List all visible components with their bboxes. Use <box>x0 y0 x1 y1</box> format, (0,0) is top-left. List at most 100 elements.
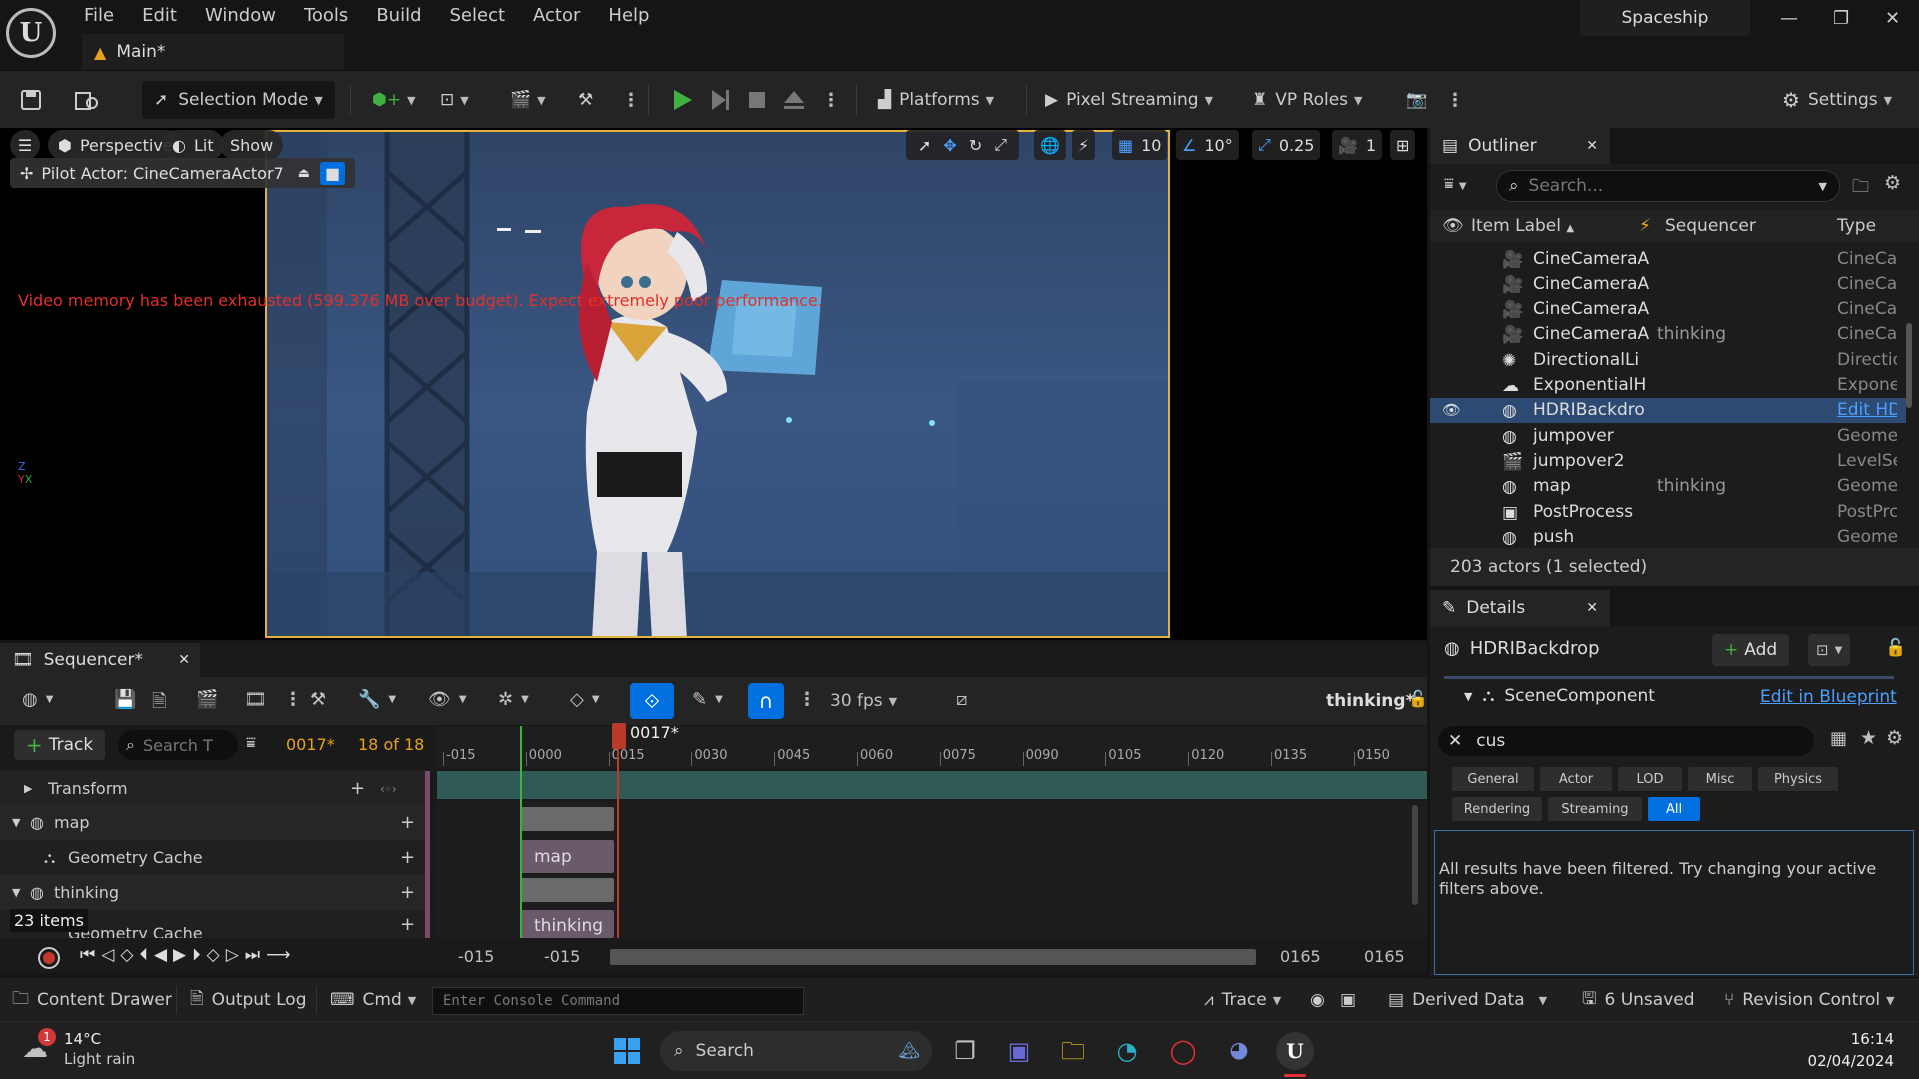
menu-build[interactable]: Build <box>362 0 435 30</box>
filter-lod[interactable]: LOD <box>1618 767 1682 791</box>
col-type[interactable]: Type <box>1837 216 1876 236</box>
curve-editor-icon[interactable]: ⧄ <box>956 689 967 710</box>
track-transform[interactable]: ▶ Transform + ‹◦› <box>0 771 430 806</box>
filter-icon[interactable]: ⩸ <box>246 733 256 753</box>
menu-window[interactable]: Window <box>191 0 290 30</box>
track-thinking[interactable]: ▼ ◍ thinking + <box>0 875 430 910</box>
close-tab-icon[interactable]: ✕ <box>178 652 190 668</box>
filter-physics[interactable]: Physics <box>1758 767 1838 791</box>
add-track-button[interactable]: + Track <box>14 730 106 760</box>
outliner-row[interactable]: ◍ map thinking Geomet <box>1430 474 1900 499</box>
level-tab[interactable]: ▲ Main* <box>82 34 344 70</box>
minimize-icon[interactable]: — <box>1780 8 1798 29</box>
snapshot-icon[interactable]: ▣ <box>1340 978 1356 1022</box>
add-icon[interactable]: + <box>400 914 415 935</box>
settings-dropdown[interactable]: ⚙ Settings ▼ <box>1782 83 1892 117</box>
derived-data-dropdown[interactable]: ▤ Derived Data ▼ <box>1388 978 1547 1022</box>
camera-speed[interactable]: 🎥 1 <box>1332 130 1383 160</box>
add-icon[interactable]: + <box>400 812 415 833</box>
viewport-menu-icon[interactable]: ☰ <box>10 130 40 160</box>
modes-button[interactable]: ⚒ <box>578 83 593 117</box>
vp-roles-dropdown[interactable]: ♜ VP Roles ▼ <box>1252 83 1363 117</box>
more-options-icon[interactable]: ⋮ <box>622 83 640 117</box>
cmd-dropdown[interactable]: ⌨ Cmd ▼ <box>330 978 416 1022</box>
more-icon[interactable]: ⋮ <box>284 689 302 710</box>
discord-icon[interactable]: ◕ <box>1220 1032 1258 1070</box>
play-reverse-icon[interactable]: ◀ <box>154 945 173 965</box>
level-viewport[interactable]: ☰ ⬢ Perspective ◐ Lit Show ✢ Pilot Actor: … <box>0 128 1427 640</box>
next-key-icon[interactable]: ◇▷ <box>207 945 245 965</box>
outliner-search-input[interactable]: ⌕ Search... ▼ <box>1496 170 1840 202</box>
outliner-row[interactable]: ✺ DirectionalLi Directio <box>1430 347 1900 372</box>
outliner-row[interactable]: 👁 ◍ HDRIBackdro Edit HD <box>1430 397 1906 423</box>
view-options-icon[interactable]: 👁 ▼ <box>428 689 467 710</box>
outliner-settings-icon[interactable]: ⚙ <box>1884 172 1901 194</box>
col-sequencer[interactable]: Sequencer <box>1665 216 1756 236</box>
clear-search-icon[interactable]: ✕ <box>1448 731 1462 751</box>
menu-edit[interactable]: Edit <box>128 0 191 30</box>
add-component-button[interactable]: + Add <box>1712 634 1790 666</box>
lock-camera-icon[interactable]: ■ <box>320 161 346 185</box>
play-options-icon[interactable]: ⋮ <box>822 83 840 117</box>
add-actor-button[interactable]: ⬢+ ▼ <box>372 83 416 117</box>
visibility-icon[interactable]: 👁 <box>1442 216 1464 236</box>
next-frame-icon[interactable]: ⏵ <box>192 945 207 965</box>
playback-options-icon[interactable]: ✲ ▼ <box>498 689 529 710</box>
visibility-icon[interactable]: 👁 <box>1442 401 1461 419</box>
edge-icon[interactable]: ◔ <box>1108 1032 1146 1070</box>
teams-icon[interactable]: ▣ <box>1000 1032 1038 1070</box>
save-icon[interactable] <box>20 83 42 117</box>
platforms-dropdown[interactable]: ▟ Platforms ▼ <box>878 83 994 117</box>
lock-icon[interactable]: 🔓 <box>1408 689 1428 708</box>
start-button[interactable] <box>608 1032 646 1070</box>
filter-icon[interactable]: ⩸ ▼ <box>1444 174 1467 194</box>
clapper-icon[interactable]: 🎞 <box>244 689 267 710</box>
outliner-item-type[interactable]: Edit HD <box>1837 400 1897 420</box>
view-start[interactable]: -015 <box>544 947 580 966</box>
lit-button[interactable]: ◐ Lit <box>162 130 224 160</box>
filter-rendering[interactable]: Rendering <box>1452 797 1542 821</box>
snap-options-icon[interactable]: ⋮ <box>798 689 816 710</box>
filter-streaming[interactable]: Streaming <box>1548 797 1642 821</box>
revision-control-dropdown[interactable]: ⑂ Revision Control ▼ <box>1724 978 1895 1022</box>
unreal-logo-icon[interactable]: U <box>6 8 56 58</box>
filter-actor[interactable]: Actor <box>1540 767 1612 791</box>
console-input[interactable]: Enter Console Command <box>432 987 804 1015</box>
range-start[interactable]: -015 <box>458 947 494 966</box>
file-explorer-icon[interactable]: 🗀 <box>1054 1032 1092 1070</box>
tracks-scrollbar[interactable] <box>1412 805 1418 905</box>
select-tool-icon[interactable]: ➚ <box>918 136 931 155</box>
fps-dropdown[interactable]: 30 fps ▼ <box>830 691 897 711</box>
timeline-ruler[interactable]: -015 0000 0015 0030 0045 0060 0075 0090 0105 0120… <box>437 726 1427 768</box>
actions-icon[interactable]: ⚒ <box>310 689 326 710</box>
jump-end-icon[interactable]: ⏭ <box>245 945 266 965</box>
close-tab-icon[interactable]: ✕ <box>1586 138 1598 154</box>
browse-icon[interactable] <box>74 83 100 117</box>
outliner-row[interactable]: 🎥 CineCameraA thinking CineCar <box>1430 322 1900 347</box>
outliner-row[interactable]: ◍ jumpover Geomet <box>1430 423 1900 448</box>
lock-icon[interactable]: 🔓 <box>1885 638 1906 658</box>
grid-snap[interactable]: ▦ 10 <box>1112 130 1168 160</box>
key-nav-icon[interactable]: ‹◦› <box>380 782 397 796</box>
prev-key-icon[interactable]: ◁◇ <box>101 945 139 965</box>
col-item-label[interactable]: Item Label ▲ <box>1471 216 1574 236</box>
outliner-row[interactable]: 🎥 CineCameraA CineCar <box>1430 271 1900 296</box>
close-tab-icon[interactable]: ✕ <box>1586 600 1598 616</box>
outliner-tab[interactable]: ▤ Outliner ✕ <box>1430 128 1610 164</box>
render-movie-icon[interactable]: 🎬 <box>196 689 218 710</box>
menu-tools[interactable]: Tools <box>290 0 362 30</box>
cinematics-button[interactable]: 🎬 ▼ <box>510 83 546 117</box>
playhead-handle[interactable] <box>612 723 626 749</box>
outliner-row[interactable]: 🎥 CineCameraA CineCar <box>1430 297 1900 322</box>
prev-frame-icon[interactable]: ⏴ <box>139 945 154 965</box>
menu-help[interactable]: Help <box>594 0 663 30</box>
opera-icon[interactable]: ◯ <box>1164 1032 1202 1070</box>
track-search-input[interactable]: ⌕ Search T <box>118 730 238 760</box>
trace-dropdown[interactable]: ⩘ Trace ▼ <box>1204 978 1281 1022</box>
clip-map-section[interactable] <box>520 807 614 831</box>
timeline-scrubber[interactable] <box>610 949 1256 965</box>
transform-track-bar[interactable] <box>437 771 1427 799</box>
output-log-button[interactable]: 🗎 Output Log <box>190 978 307 1022</box>
play-icon[interactable]: ▶ <box>173 945 192 965</box>
taskbar-search[interactable]: ⌕ Search 🏔 <box>660 1031 932 1071</box>
